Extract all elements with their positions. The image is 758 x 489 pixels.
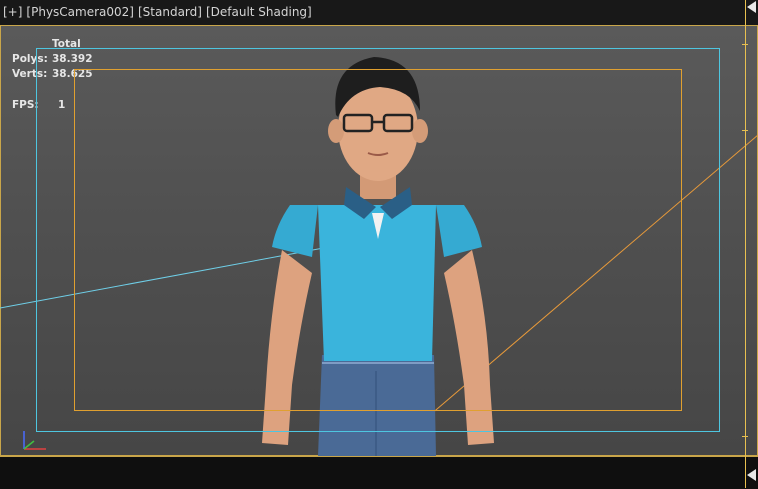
timeline-bar[interactable] — [0, 456, 758, 489]
camera-viewport[interactable]: Total Polys: 38.392 Verts: 38.625 FPS: 1 — [0, 25, 758, 456]
axis-gizmo-icon — [23, 431, 46, 450]
renderer-button[interactable]: [Standard] — [138, 5, 202, 19]
camera-view-button[interactable]: [PhysCamera002] — [26, 5, 134, 19]
viewport-menu-button[interactable]: [+] — [3, 5, 22, 19]
viewport-scrollbar[interactable] — [742, 0, 758, 488]
scroll-down-arrow-icon[interactable] — [747, 469, 756, 481]
scroll-up-arrow-icon[interactable] — [747, 1, 756, 13]
viewport-label-bar: [+] [PhysCamera002] [Standard] [Default Sha… — [0, 0, 758, 25]
shading-mode-button[interactable]: [Default Shading] — [206, 5, 312, 19]
action-safe-frame — [74, 69, 682, 411]
